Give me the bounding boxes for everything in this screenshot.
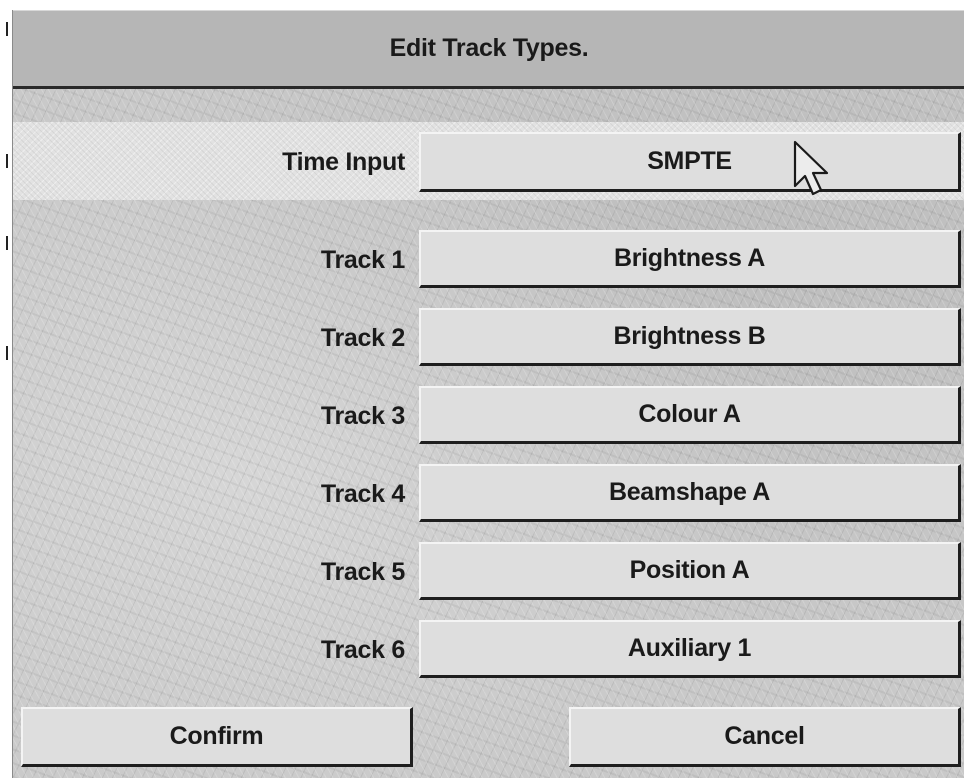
track-4-type-value: Beamshape A	[608, 478, 771, 506]
track-5-label: Track 5	[320, 558, 405, 586]
cancel-button-label: Cancel	[724, 722, 805, 750]
track-2-type-value: Brightness B	[613, 322, 766, 350]
mouse-pointer-icon	[793, 140, 829, 196]
edit-track-types-dialog: Edit Track Types. Time Input SMPTE Track…	[12, 10, 964, 778]
confirm-button[interactable]: Confirm	[21, 707, 413, 767]
track-4-type-button[interactable]: Beamshape A	[419, 464, 961, 522]
time-input-button[interactable]: SMPTE	[419, 132, 961, 192]
track-2-type-button[interactable]: Brightness B	[419, 308, 961, 366]
track-3-label: Track 3	[320, 402, 405, 430]
track-1-type-value: Brightness A	[613, 244, 766, 272]
track-4-label: Track 4	[320, 480, 405, 508]
edge-tick	[6, 154, 8, 168]
time-input-label: Time Input	[282, 148, 405, 176]
title-bar: Edit Track Types.	[13, 10, 964, 89]
edge-tick	[6, 236, 8, 250]
confirm-button-label: Confirm	[169, 722, 264, 750]
track-1-type-button[interactable]: Brightness A	[419, 230, 961, 288]
cancel-button[interactable]: Cancel	[569, 707, 961, 767]
track-5-type-value: Position A	[629, 556, 750, 584]
track-3-type-button[interactable]: Colour A	[419, 386, 961, 444]
dialog-title: Edit Track Types.	[389, 33, 589, 62]
track-1-label: Track 1	[320, 246, 405, 274]
time-input-value: SMPTE	[647, 147, 732, 175]
track-6-type-button[interactable]: Auxiliary 1	[419, 620, 961, 678]
track-6-label: Track 6	[320, 636, 405, 664]
edge-tick	[6, 22, 8, 36]
track-3-type-value: Colour A	[638, 400, 741, 428]
track-5-type-button[interactable]: Position A	[419, 542, 961, 600]
track-6-type-value: Auxiliary 1	[627, 634, 752, 662]
edge-tick	[6, 346, 8, 360]
screen: Edit Track Types. Time Input SMPTE Track…	[0, 0, 964, 778]
track-2-label: Track 2	[320, 324, 405, 352]
